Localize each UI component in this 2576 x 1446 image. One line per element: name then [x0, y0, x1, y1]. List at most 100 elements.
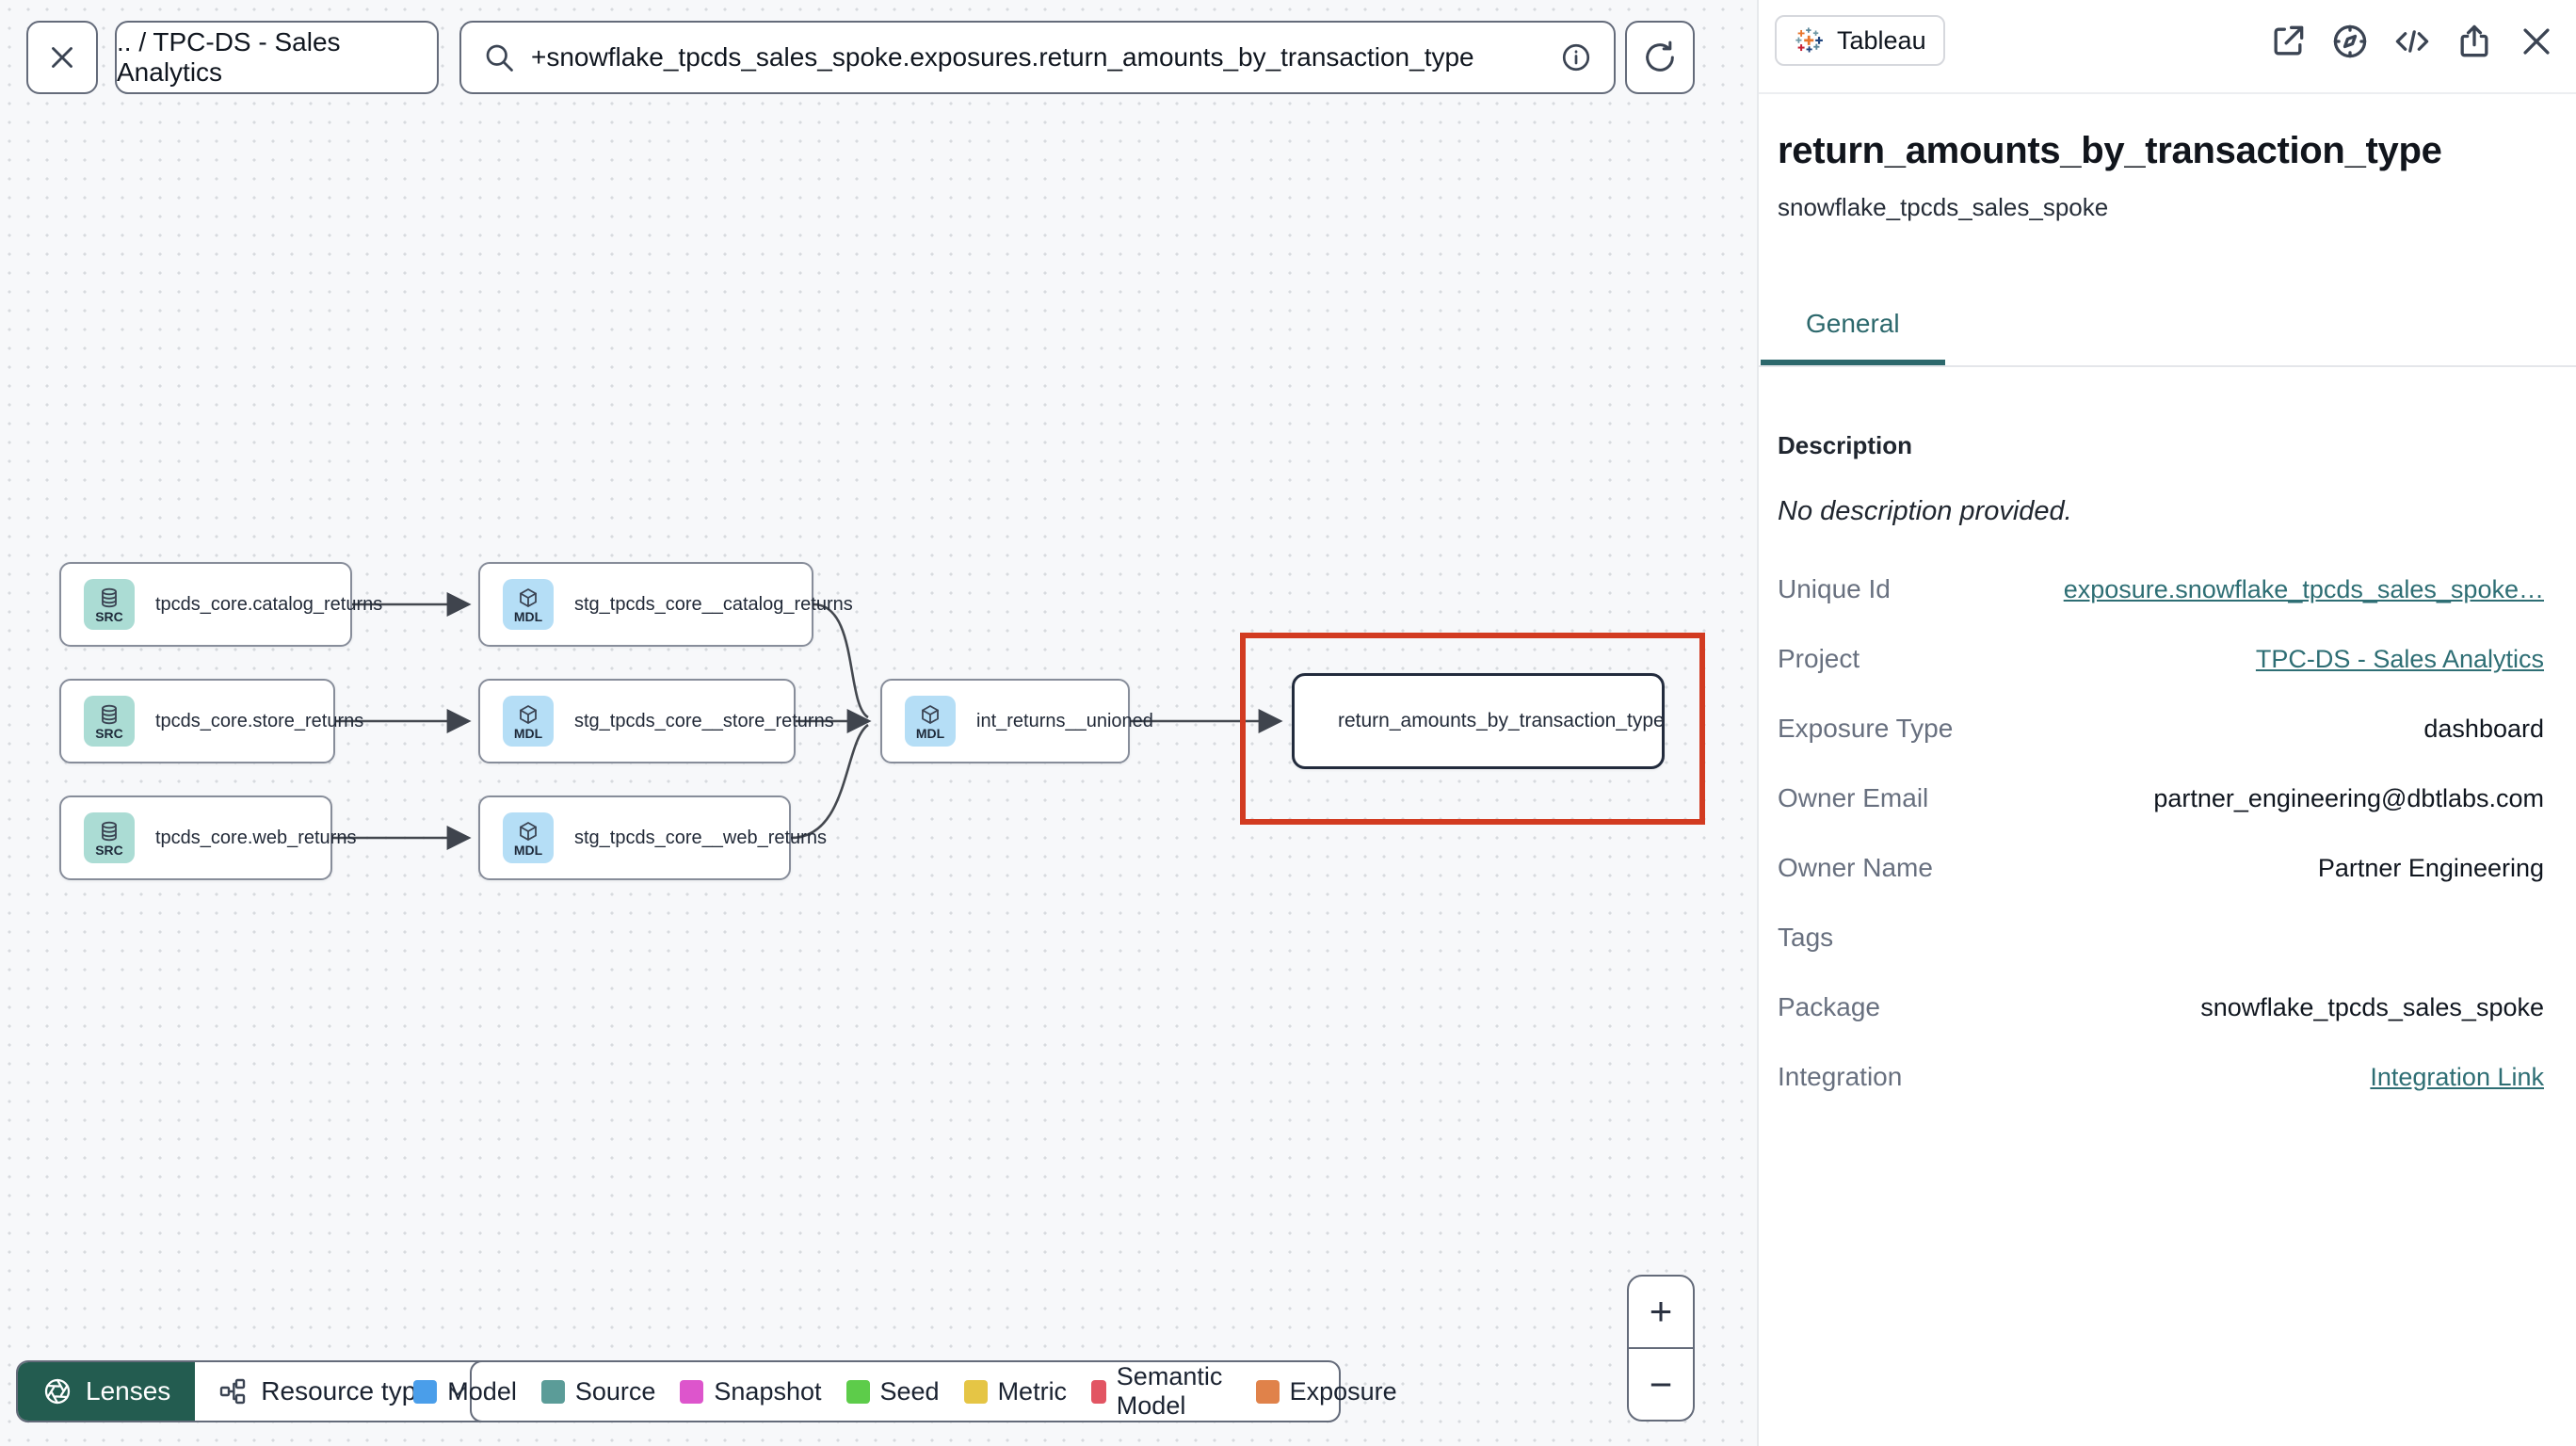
tableau-tool-badge[interactable]: Tableau	[1775, 15, 1945, 66]
badge-label: MDL	[915, 725, 945, 741]
unique-id-link[interactable]: exposure.snowflake_tpcds_sales_spoke…	[2064, 575, 2544, 604]
search-icon	[486, 44, 513, 72]
cube-icon	[922, 704, 939, 724]
badge-label: SRC	[95, 608, 123, 624]
legend-item-seed: Seed	[845, 1377, 940, 1406]
close-icon	[52, 47, 72, 68]
exposure-swatch	[1255, 1379, 1280, 1404]
legend-item-model: Model	[413, 1377, 517, 1406]
detail-row-unique-id: Unique Id exposure.snowflake_tpcds_sales…	[1778, 574, 2544, 604]
compass-icon[interactable]	[2329, 21, 2371, 62]
badge-label: MDL	[513, 608, 543, 624]
model-badge: MDL	[503, 696, 554, 747]
node-label: return_amounts_by_transaction_type	[1338, 710, 1665, 731]
cube-icon	[520, 704, 537, 724]
detail-label: Project	[1778, 644, 1860, 673]
source-badge: SRC	[84, 579, 135, 630]
detail-row-owner-email: Owner Email partner_engineering@dbtlabs.…	[1778, 783, 2544, 813]
node-stg-tpcds-core-catalog-returns[interactable]: MDL stg_tpcds_core__catalog_returns	[478, 562, 853, 647]
badge-label: MDL	[513, 725, 543, 741]
info-icon[interactable]	[1559, 40, 1593, 74]
zoom-out-button[interactable]: −	[1629, 1349, 1693, 1420]
legend-item-source: Source	[540, 1377, 655, 1406]
cube-icon	[520, 821, 537, 841]
detail-row-exposure-type: Exposure Type dashboard	[1778, 714, 2544, 744]
code-icon[interactable]	[2391, 21, 2433, 62]
seed-swatch	[845, 1379, 870, 1404]
database-icon	[102, 587, 117, 607]
exposure-package-subtitle: snowflake_tpcds_sales_spoke	[1778, 193, 2109, 221]
detail-label: Exposure Type	[1778, 714, 1954, 743]
node-stg-tpcds-core-web-returns[interactable]: MDL stg_tpcds_core__web_returns	[478, 795, 827, 880]
tab-general[interactable]: General	[1761, 309, 1945, 365]
node-tpcds-core-web-returns[interactable]: SRC tpcds_core.web_returns	[59, 795, 356, 880]
lenses-button[interactable]: Lenses	[18, 1362, 196, 1421]
aperture-icon	[44, 1378, 71, 1405]
detail-row-tags: Tags	[1778, 923, 2544, 953]
semantic-model-swatch	[1091, 1379, 1106, 1404]
legend-label: Metric	[997, 1376, 1068, 1406]
node-label: tpcds_core.web_returns	[155, 827, 357, 848]
panel-actions	[2267, 21, 2557, 62]
zoom-in-button[interactable]: +	[1629, 1277, 1693, 1347]
exposure-type-value: dashboard	[2423, 715, 2544, 743]
legend-label: Model	[447, 1376, 517, 1406]
panel-title-block: return_amounts_by_transaction_type snowf…	[1759, 94, 2576, 222]
description-label: Description	[1778, 431, 1913, 459]
model-swatch	[413, 1379, 438, 1404]
database-icon	[102, 704, 117, 724]
zoom-control: + −	[1627, 1275, 1695, 1422]
owner-email-value: partner_engineering@dbtlabs.com	[2153, 784, 2544, 812]
refresh-icon	[1646, 40, 1674, 72]
owner-name-value: Partner Engineering	[2317, 854, 2544, 882]
detail-label: Integration	[1778, 1062, 1903, 1091]
close-panel-icon[interactable]	[2516, 21, 2557, 62]
model-badge: MDL	[503, 812, 554, 863]
lineage-canvas[interactable]: .. / TPC-DS - Sales Analytics SRC	[0, 0, 1757, 1446]
project-link[interactable]: TPC-DS - Sales Analytics	[2256, 645, 2544, 674]
model-badge: MDL	[503, 579, 554, 630]
breadcrumb-label: .. / TPC-DS - Sales Analytics	[117, 27, 341, 87]
tool-badge-label: Tableau	[1837, 25, 1926, 55]
node-tpcds-core-store-returns[interactable]: SRC tpcds_core.store_returns	[59, 679, 363, 763]
detail-row-package: Package snowflake_tpcds_sales_spoke	[1778, 992, 2544, 1022]
details-panel: Tableau return_amounts_by_transaction_ty…	[1757, 0, 2576, 1446]
node-label: tpcds_core.catalog_returns	[155, 593, 383, 615]
model-badge: MDL	[905, 696, 956, 747]
refresh-lineage-button[interactable]	[1625, 21, 1695, 94]
node-label: tpcds_core.store_returns	[155, 710, 364, 731]
legend-item-exposure: Exposure	[1255, 1377, 1397, 1406]
detail-label: Owner Name	[1778, 853, 1933, 882]
description-value: No description provided.	[1778, 496, 2072, 526]
external-link-icon[interactable]	[2267, 21, 2309, 62]
lenses-label: Lenses	[86, 1376, 171, 1406]
badge-label: MDL	[513, 842, 543, 858]
badge-label: SRC	[95, 842, 123, 858]
node-label: stg_tpcds_core__store_returns	[574, 710, 834, 731]
tableau-logo-icon	[1795, 27, 1823, 53]
lineage-search[interactable]	[459, 21, 1616, 94]
legend-label: Semantic Model	[1116, 1362, 1223, 1420]
node-return-amounts-by-transaction-type[interactable]: return_amounts_by_transaction_type	[1292, 673, 1665, 769]
dbt-explorer-app: .. / TPC-DS - Sales Analytics SRC	[0, 0, 2576, 1446]
node-label: int_returns__unioned	[976, 710, 1153, 731]
share-icon[interactable]	[2454, 21, 2495, 62]
source-swatch	[540, 1379, 565, 1404]
node-int-returns-unioned[interactable]: MDL int_returns__unioned	[880, 679, 1153, 763]
search-input[interactable]	[531, 42, 1544, 72]
hierarchy-icon	[220, 1378, 246, 1405]
detail-row-integration: Integration Integration Link	[1778, 1062, 2544, 1092]
detail-label: Owner Email	[1778, 783, 1929, 812]
legend-item-snapshot: Snapshot	[680, 1376, 822, 1406]
legend-label: Snapshot	[714, 1376, 822, 1406]
database-icon	[102, 821, 117, 841]
badge-label: SRC	[95, 725, 123, 741]
node-tpcds-core-catalog-returns[interactable]: SRC tpcds_core.catalog_returns	[59, 562, 382, 647]
close-lineage-button[interactable]	[26, 21, 98, 94]
resource-type-label: Resource type	[261, 1376, 431, 1406]
integration-link[interactable]: Integration Link	[2370, 1063, 2544, 1092]
node-stg-tpcds-core-store-returns[interactable]: MDL stg_tpcds_core__store_returns	[478, 679, 834, 763]
breadcrumb[interactable]: .. / TPC-DS - Sales Analytics	[115, 21, 439, 94]
snapshot-swatch	[680, 1379, 704, 1404]
source-badge: SRC	[84, 812, 135, 863]
